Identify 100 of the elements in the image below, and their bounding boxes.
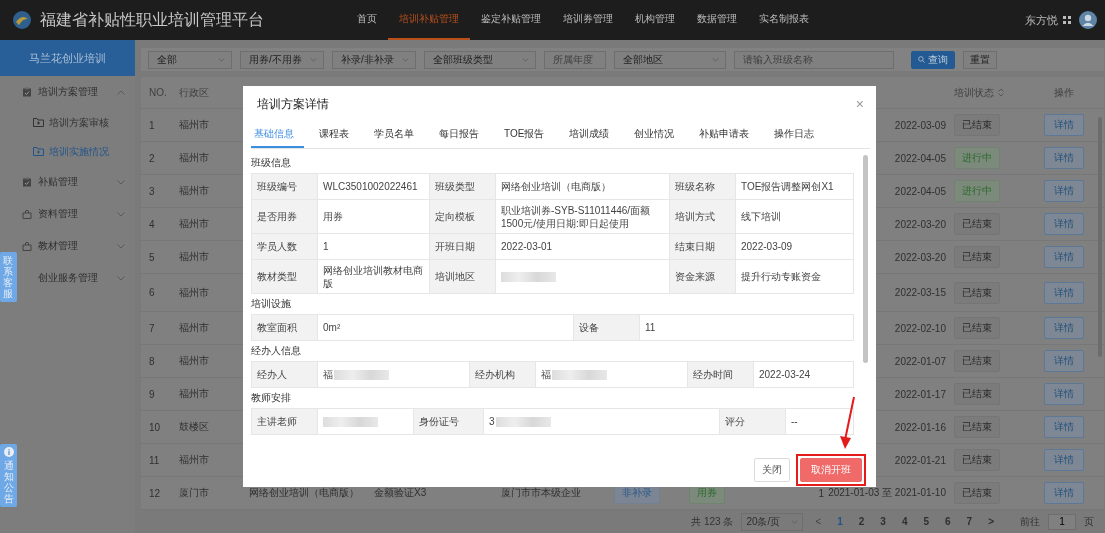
- page-size-select[interactable]: 20条/页: [741, 512, 804, 531]
- page-button[interactable]: 4: [897, 516, 912, 527]
- search-button[interactable]: 查询: [911, 50, 955, 69]
- info-icon: [3, 447, 14, 457]
- nav-tab[interactable]: 机构管理: [624, 0, 686, 40]
- nav-tab[interactable]: 数据管理: [686, 0, 748, 40]
- user-name[interactable]: 东方悦: [1025, 12, 1058, 28]
- table-cell: 2022-03-09: [894, 119, 946, 131]
- detail-button[interactable]: 详情: [1044, 482, 1084, 504]
- next-page-button[interactable]: >: [984, 516, 998, 527]
- reset-button[interactable]: 重置: [963, 50, 997, 69]
- dialog-title: 培训方案详情: [257, 95, 329, 113]
- chevron-icon: [117, 89, 125, 95]
- status-tag: 已结束: [954, 383, 1000, 405]
- dialog-tab[interactable]: 课程表: [316, 122, 359, 148]
- status-tag: 已结束: [954, 317, 1000, 339]
- menu-item[interactable]: 补贴管理: [18, 166, 135, 198]
- select-field[interactable]: 全部地区: [614, 50, 726, 69]
- page-button[interactable]: 1: [833, 516, 847, 527]
- dialog-tab[interactable]: 培训成绩: [566, 122, 620, 148]
- page-unit: 页: [1084, 514, 1094, 529]
- notice-label[interactable]: 通知公告: [3, 460, 14, 504]
- page-button[interactable]: 5: [919, 516, 934, 527]
- detail-button[interactable]: 详情: [1044, 147, 1084, 169]
- field-label: 学员人数: [252, 234, 318, 260]
- detail-button[interactable]: 详情: [1044, 246, 1084, 268]
- field-label: 身份证号: [414, 409, 484, 435]
- table-cell: 2022-01-17: [894, 388, 946, 400]
- grid-icon[interactable]: [1063, 16, 1071, 24]
- table-cell-text: 福州市: [179, 151, 210, 165]
- dialog-tab[interactable]: 操作日志: [771, 122, 825, 148]
- table-cell-text: 3: [149, 185, 156, 197]
- detail-button[interactable]: 详情: [1044, 449, 1084, 471]
- table-cell-text: 福州市: [179, 354, 210, 368]
- scrollbar[interactable]: [863, 155, 868, 363]
- table-cell: 2022-04-05: [894, 152, 946, 164]
- status-tag: 已结束: [954, 281, 1000, 304]
- nav-tab[interactable]: 鉴定补贴管理: [470, 0, 552, 40]
- table-cell-text: 福州市: [179, 184, 210, 198]
- field-label: 教材类型: [252, 260, 318, 294]
- page-button[interactable]: 3: [876, 516, 890, 527]
- page-button[interactable]: 6: [941, 516, 955, 527]
- detail-button[interactable]: 详情: [1044, 180, 1084, 202]
- dialog-tab[interactable]: TOE报告: [501, 122, 555, 148]
- table-cell-text: 金额验证X3: [374, 486, 428, 500]
- close-dialog-button[interactable]: 关闭: [754, 458, 790, 482]
- table-cell-text: 福州市: [179, 387, 210, 401]
- select-field[interactable]: 用券/不用券: [240, 50, 324, 69]
- status-tag: 进行中: [954, 147, 1000, 169]
- avatar-icon[interactable]: [1079, 11, 1097, 29]
- sidebar-title: 马兰花创业培训: [0, 40, 135, 76]
- detail-button[interactable]: 详情: [1044, 281, 1084, 304]
- select-field[interactable]: 全部班级类型: [424, 50, 536, 69]
- contact-service-tab[interactable]: 联系客服: [0, 252, 17, 302]
- column-header: NO.: [149, 87, 168, 98]
- close-button[interactable]: ×: [855, 96, 864, 112]
- menu-item[interactable]: 资料管理: [18, 198, 135, 230]
- table-cell-text: 2: [149, 152, 156, 164]
- notice-tab[interactable]: 通知公告: [0, 444, 17, 507]
- select-field[interactable]: 全部: [148, 50, 232, 69]
- dialog-tab[interactable]: 基础信息: [251, 122, 304, 148]
- dialog-tab[interactable]: 每日报告: [436, 122, 489, 148]
- sort-icon[interactable]: [998, 88, 1004, 97]
- nav-tab[interactable]: 培训券管理: [552, 0, 624, 40]
- prev-page-button[interactable]: <: [811, 516, 826, 527]
- table-cell-text: 12: [149, 487, 162, 499]
- submenu-item[interactable]: 培训实施情况: [0, 137, 135, 166]
- dialog-tab[interactable]: 补贴申请表: [696, 122, 760, 148]
- detail-button[interactable]: 详情: [1044, 416, 1084, 438]
- clipboard-icon: [22, 87, 32, 97]
- detail-button[interactable]: 详情: [1044, 317, 1084, 339]
- table-cell-text: 5: [149, 251, 156, 263]
- nav-tab[interactable]: 培训补贴管理: [388, 0, 470, 40]
- field-value: 提升行动专账资金: [736, 260, 854, 294]
- detail-button[interactable]: 详情: [1044, 114, 1084, 136]
- detail-button[interactable]: 详情: [1044, 383, 1084, 405]
- bag-icon: [22, 241, 32, 251]
- detail-button[interactable]: 详情: [1044, 350, 1084, 372]
- select-field[interactable]: 补录/非补录: [332, 50, 416, 69]
- field-value: 3: [489, 415, 495, 428]
- page-button[interactable]: 7: [962, 516, 977, 527]
- cancel-class-button[interactable]: 取消开班: [800, 458, 862, 482]
- dialog-tab[interactable]: 学员名单: [371, 122, 424, 148]
- field-value: 11: [640, 315, 854, 341]
- page-input[interactable]: 1: [1048, 513, 1076, 530]
- dialog-tab[interactable]: 创业情况: [631, 122, 685, 148]
- table-cell-text: 网络创业培训（电商版）: [249, 486, 360, 500]
- table-cell-text: 9: [149, 388, 156, 400]
- table-cell-text: 1: [149, 119, 156, 131]
- nav-tab[interactable]: 首页: [346, 0, 388, 40]
- menu-item[interactable]: 培训方案管理: [18, 76, 135, 108]
- annotation-arrow: [838, 396, 858, 450]
- detail-button[interactable]: 详情: [1044, 213, 1084, 235]
- nav-tab[interactable]: 实名制报表: [748, 0, 820, 40]
- status-tag: 已结束: [954, 114, 1000, 136]
- table-cell-text: 11: [149, 454, 161, 466]
- menu-item[interactable]: 教材管理: [18, 230, 135, 262]
- page-button[interactable]: 2: [854, 516, 869, 527]
- menu-item[interactable]: 创业服务管理: [18, 262, 135, 294]
- field-label: 培训方式: [670, 200, 736, 234]
